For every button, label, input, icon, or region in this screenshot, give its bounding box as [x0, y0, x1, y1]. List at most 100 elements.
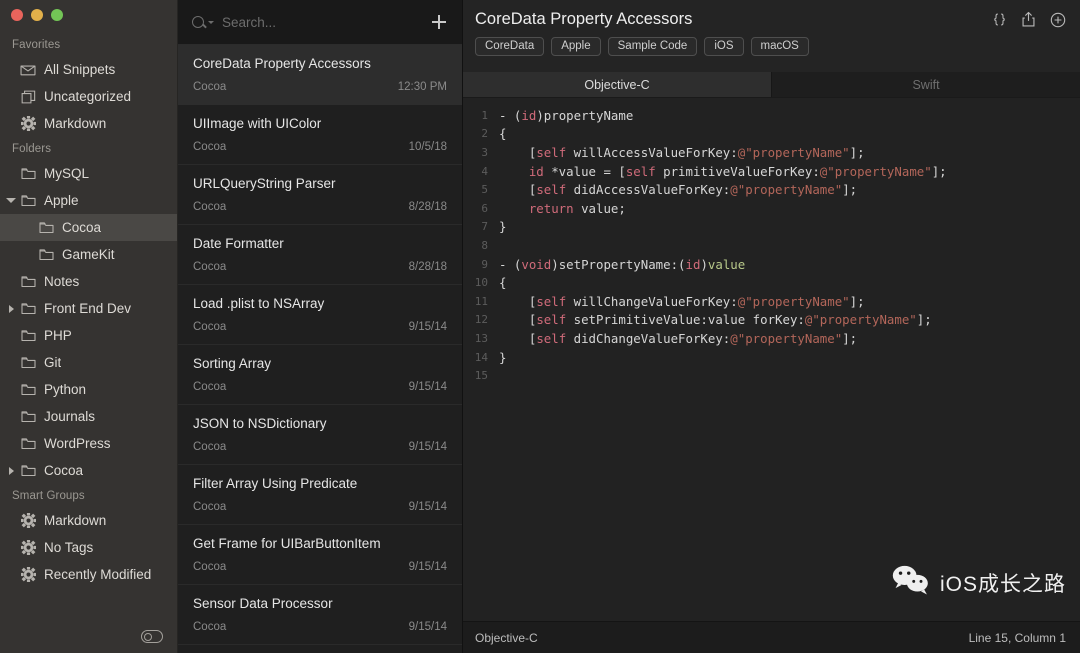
- chevron-down-icon[interactable]: [208, 20, 214, 24]
- line-number: 8: [481, 238, 488, 252]
- snippet-meta: Cocoa 9/15/14: [193, 441, 447, 453]
- line-number: 12: [474, 313, 488, 327]
- snippet-title: Date Formatter: [193, 236, 284, 251]
- tag-pill[interactable]: iOS: [704, 37, 744, 56]
- minimize-button[interactable]: [31, 9, 43, 21]
- snippet-folder: Cocoa: [193, 261, 227, 273]
- snippet-title: Get Frame for UIBarButtonItem: [193, 536, 381, 551]
- code-token: ];: [916, 312, 932, 328]
- snippet-meta: Cocoa 9/15/14: [193, 321, 447, 333]
- snippet-list: CoreData Property Accessors Cocoa 12:30 PM…: [178, 45, 462, 653]
- code-token: void: [521, 256, 552, 272]
- list-item[interactable]: Get Frame for UIBarButtonItem Cocoa 9/15/1…: [178, 525, 462, 585]
- sidebar-item-cocoa[interactable]: Cocoa: [0, 214, 177, 241]
- sidebar-item-all-snippets[interactable]: All Snippets: [0, 56, 177, 83]
- snippet-date: 9/15/14: [408, 321, 447, 333]
- sidebar-section-header: Favorites: [12, 39, 61, 51]
- list-item[interactable]: URLQueryString Parser Cocoa 8/28/18: [178, 165, 462, 225]
- sidebar-item-label: Front End Dev: [44, 301, 132, 316]
- folder-icon: [36, 248, 56, 261]
- sidebar-item-markdown[interactable]: Markdown: [0, 507, 177, 534]
- sidebar-item-gamekit[interactable]: GameKit: [0, 241, 177, 268]
- sidebar-item-apple[interactable]: Apple: [0, 187, 177, 214]
- tag-pill[interactable]: Sample Code: [607, 37, 698, 56]
- tab-swift[interactable]: Swift: [772, 72, 1080, 97]
- gear-icon: [18, 513, 38, 528]
- snippet-title: UIImage with UIColor: [193, 116, 322, 131]
- sidebar-item-uncategorized[interactable]: Uncategorized: [0, 83, 177, 110]
- sidebar-item-label: MySQL: [44, 166, 90, 181]
- sidebar-item-recently-modified[interactable]: Recently Modified: [0, 561, 177, 588]
- code-token: {: [499, 126, 507, 142]
- tab-objective-c[interactable]: Objective-C: [463, 72, 772, 97]
- snippet-date: 8/28/18: [408, 201, 447, 213]
- sidebar-toggle-icon[interactable]: [141, 630, 163, 643]
- sidebar-item-front-end-dev[interactable]: Front End Dev: [0, 295, 177, 322]
- sidebar-item-php[interactable]: PHP: [0, 322, 177, 349]
- code-editor[interactable]: 1- (id)propertyName 2{3 [self willAccessV…: [463, 98, 1080, 621]
- add-circle-icon[interactable]: [1050, 12, 1066, 28]
- folder-icon: [18, 437, 38, 450]
- braces-icon[interactable]: [992, 12, 1007, 27]
- add-snippet-button[interactable]: [428, 11, 450, 33]
- code-line: 5 [self didAccessValueForKey:@"propertyN…: [463, 180, 1080, 199]
- close-button[interactable]: [11, 9, 23, 21]
- code-token: }: [499, 219, 507, 235]
- list-item[interactable]: Date Formatter Cocoa 8/28/18: [178, 225, 462, 285]
- sidebar-section-header: Folders: [12, 143, 52, 155]
- list-item[interactable]: JSON to NSDictionary Cocoa 9/15/14: [178, 405, 462, 465]
- code-line: 15: [463, 366, 1080, 385]
- snippet-title: Filter Array Using Predicate: [193, 476, 358, 491]
- code-token: @"propertyName": [737, 293, 850, 309]
- sidebar-item-label: Markdown: [44, 513, 107, 528]
- list-item[interactable]: Filter Array Using Predicate Cocoa 9/15/14: [178, 465, 462, 525]
- list-item[interactable]: UIImage with UIColor Cocoa 10/5/18: [178, 105, 462, 165]
- sidebar-item-python[interactable]: Python: [0, 376, 177, 403]
- sidebar-bottom-bar: [0, 620, 177, 653]
- snippet-folder: Cocoa: [193, 321, 227, 333]
- code-token: )propertyName: [536, 107, 634, 123]
- snippet-title: CoreData Property Accessors: [193, 56, 371, 71]
- sidebar-item-git[interactable]: Git: [0, 349, 177, 376]
- sidebar-item-markdown[interactable]: Markdown: [0, 110, 177, 137]
- disclosure-closed-icon[interactable]: [4, 466, 18, 475]
- share-icon[interactable]: [1021, 11, 1036, 28]
- snippet-title: JSON to NSDictionary: [193, 416, 327, 431]
- code-token: [: [499, 144, 537, 160]
- code-text: - (id)propertyName: [499, 108, 633, 123]
- code-token: id: [685, 256, 701, 272]
- snippet-meta: Cocoa 9/15/14: [193, 501, 447, 513]
- header-actions: [992, 11, 1066, 28]
- folder-icon: [18, 383, 38, 396]
- sidebar-item-cocoa[interactable]: Cocoa: [0, 457, 177, 484]
- snippet-meta: Cocoa 9/15/14: [193, 381, 447, 393]
- snippet-list-panel: Search... CoreData Property Accessors Coc…: [178, 0, 463, 653]
- list-item[interactable]: CoreData Property Accessors Cocoa 12:30 PM: [178, 45, 462, 105]
- search-input[interactable]: Search...: [192, 15, 428, 30]
- line-number: 14: [474, 350, 488, 364]
- sidebar-item-notes[interactable]: Notes: [0, 268, 177, 295]
- tag-row: CoreData Apple Sample Code iOS macOS: [475, 37, 1066, 56]
- sidebar-item-journals[interactable]: Journals: [0, 403, 177, 430]
- snippet-date: 9/15/14: [408, 381, 447, 393]
- sidebar-item-label: All Snippets: [44, 62, 116, 77]
- sidebar-item-label: WordPress: [44, 436, 111, 451]
- tag-pill[interactable]: macOS: [750, 37, 809, 56]
- sidebar-item-mysql[interactable]: MySQL: [0, 160, 177, 187]
- sidebar-item-wordpress[interactable]: WordPress: [0, 430, 177, 457]
- tag-pill[interactable]: CoreData: [475, 37, 545, 56]
- code-token: ];: [842, 330, 858, 346]
- list-item[interactable]: Sorting Array Cocoa 9/15/14: [178, 345, 462, 405]
- sidebar-item-no-tags[interactable]: No Tags: [0, 534, 177, 561]
- line-number: 11: [474, 294, 488, 308]
- list-item[interactable]: Sensor Data Processor Cocoa 9/15/14: [178, 585, 462, 645]
- list-item[interactable]: Load .plist to NSArray Cocoa 9/15/14: [178, 285, 462, 345]
- snippet-date: 9/15/14: [408, 621, 447, 633]
- tag-pill[interactable]: Apple: [551, 37, 601, 56]
- code-token: value: [707, 256, 746, 272]
- code-token: didAccessValueForKey:: [566, 182, 731, 198]
- zoom-button[interactable]: [51, 9, 63, 21]
- snippet-folder: Cocoa: [193, 81, 227, 93]
- disclosure-open-icon[interactable]: [4, 198, 18, 203]
- disclosure-closed-icon[interactable]: [4, 304, 18, 313]
